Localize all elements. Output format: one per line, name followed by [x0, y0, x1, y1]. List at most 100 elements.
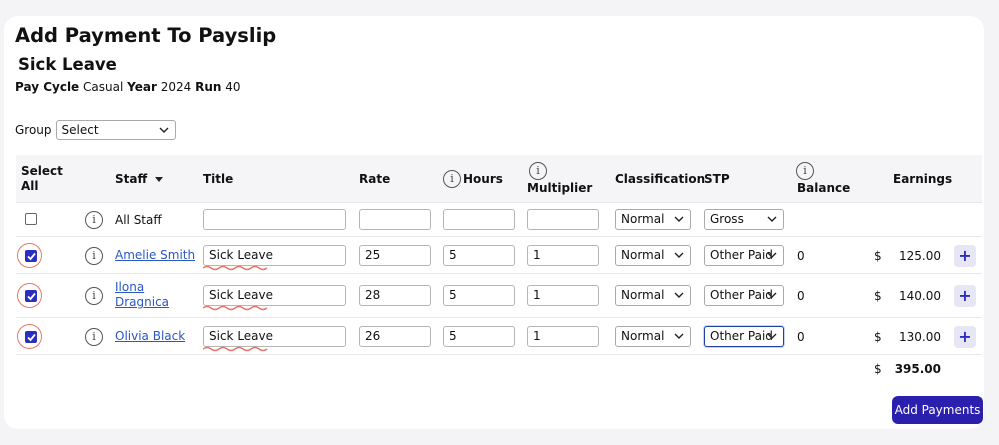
classification-select[interactable]: Normal	[615, 326, 691, 347]
check-icon	[27, 333, 36, 342]
earnings-currency: $	[874, 249, 882, 263]
select-all-header[interactable]: Select All	[21, 164, 63, 194]
multiplier-input[interactable]: 1	[527, 245, 599, 266]
balance-value: 0	[797, 330, 805, 344]
rate-input[interactable]: 25	[359, 245, 431, 266]
title-header: Title	[203, 172, 234, 186]
row-select-checkbox[interactable]	[25, 331, 37, 343]
classification-value: Normal	[621, 288, 665, 302]
chevron-down-icon	[767, 216, 777, 222]
all-staff-rate-input[interactable]	[359, 209, 431, 230]
all-staff-title-input[interactable]	[203, 209, 346, 230]
info-icon[interactable]: i	[443, 170, 461, 188]
hours-input[interactable]: 5	[443, 285, 515, 306]
check-icon	[27, 252, 36, 261]
hours-input[interactable]: 5	[443, 245, 515, 266]
classification-select[interactable]: Normal	[615, 245, 691, 266]
pay-cycle-label: Pay Cycle	[15, 80, 80, 94]
all-staff-row: i All Staff Normal Gross	[16, 203, 982, 237]
stp-select[interactable]: Other Paid	[704, 285, 784, 306]
spellcheck-underline	[203, 305, 268, 311]
add-row-button[interactable]: +	[954, 245, 976, 267]
info-icon[interactable]: i	[529, 162, 547, 180]
classification-value: Normal	[621, 212, 665, 226]
sort-down-icon	[155, 177, 164, 182]
add-row-button[interactable]: +	[954, 285, 976, 307]
year-value: 2024	[160, 80, 192, 94]
rate-input[interactable]: 26	[359, 326, 431, 347]
add-payments-button[interactable]: Add Payments	[892, 396, 983, 424]
run-value: 40	[225, 80, 241, 94]
hours-input[interactable]: 5	[443, 326, 515, 347]
info-icon[interactable]: i	[85, 211, 103, 229]
stp-value: Gross	[710, 212, 744, 226]
all-staff-label: All Staff	[115, 213, 162, 227]
stp-value: Other Paid	[710, 288, 773, 302]
multiplier-input[interactable]: 1	[527, 285, 599, 306]
group-select[interactable]: Select	[55, 120, 176, 140]
earnings-currency: $	[874, 289, 882, 303]
year-label: Year	[127, 80, 157, 94]
table-row: i Amelie Smith Sick Leave 25 5 1 Normal Other P…	[16, 237, 982, 274]
table-row: i Olivia Black Sick Leave 26 5 1 Normal Other P…	[16, 318, 982, 355]
classification-select[interactable]: Normal	[615, 285, 691, 306]
chevron-down-icon	[674, 292, 684, 298]
staff-name-line: Amelie Smith	[115, 248, 196, 262]
staff-name-line: Ilona	[115, 280, 145, 294]
staff-header[interactable]: Staff	[115, 172, 164, 187]
staff-name-line: Olivia Black	[115, 329, 186, 343]
staff-name-link[interactable]: Ilona Dragnica	[115, 280, 169, 310]
chevron-down-icon	[674, 216, 684, 222]
stp-value: Other Paid	[710, 248, 773, 262]
rate-input[interactable]: 28	[359, 285, 431, 306]
earnings-header: Earnings	[893, 172, 953, 186]
total-earnings: 395.00	[894, 362, 941, 376]
classification-value: Normal	[621, 248, 665, 262]
chevron-down-icon	[159, 127, 169, 133]
chevron-down-icon	[674, 333, 684, 339]
page-title: Add Payment To Payslip	[15, 24, 277, 47]
run-label: Run	[195, 80, 222, 94]
chevron-down-icon	[767, 252, 777, 258]
info-icon[interactable]: i	[85, 287, 103, 305]
payment-type-subtitle: Sick Leave	[18, 55, 117, 74]
staff-name-link[interactable]: Olivia Black	[115, 329, 185, 344]
all-staff-classification-select[interactable]: Normal	[615, 209, 691, 230]
spellcheck-underline	[203, 265, 268, 271]
group-label: Group	[15, 123, 52, 137]
row-select-checkbox[interactable]	[25, 290, 37, 302]
title-input[interactable]: Sick Leave	[203, 245, 346, 266]
row-select-checkbox[interactable]	[25, 250, 37, 262]
multiplier-input[interactable]: 1	[527, 326, 599, 347]
multiplier-header: Multiplier	[527, 181, 593, 195]
balance-value: 0	[797, 249, 805, 263]
stp-value: Other Paid	[710, 329, 773, 343]
staff-name-link[interactable]: Amelie Smith	[115, 248, 195, 263]
classification-header: Classification	[615, 172, 706, 186]
add-row-button[interactable]: +	[954, 326, 976, 348]
all-staff-stp-select[interactable]: Gross	[704, 209, 784, 230]
classification-value: Normal	[621, 329, 665, 343]
stp-select[interactable]: Other Paid	[704, 326, 784, 347]
title-input[interactable]: Sick Leave	[203, 285, 346, 306]
info-icon[interactable]: i	[85, 247, 103, 265]
info-icon[interactable]: i	[85, 328, 103, 346]
select-all-checkbox[interactable]	[25, 213, 37, 225]
chevron-down-icon	[767, 333, 777, 339]
all-staff-multiplier-input[interactable]	[527, 209, 599, 230]
title-input[interactable]: Sick Leave	[203, 326, 346, 347]
all-staff-hours-input[interactable]	[443, 209, 515, 230]
stp-select[interactable]: Other Paid	[704, 245, 784, 266]
earnings-currency: $	[874, 330, 882, 344]
earnings-value: 140.00	[899, 289, 941, 303]
payslip-meta: Pay Cycle Casual Year 2024 Run 40	[15, 80, 241, 94]
balance-header: Balance	[797, 181, 851, 195]
select-all-line1: Select	[21, 164, 63, 178]
spellcheck-underline	[203, 346, 268, 352]
stp-header: STP	[704, 172, 730, 186]
total-currency: $	[874, 362, 882, 376]
info-icon[interactable]: i	[796, 162, 814, 180]
rate-header: Rate	[359, 172, 391, 186]
earnings-value: 130.00	[899, 330, 941, 344]
earnings-value: 125.00	[899, 249, 941, 263]
